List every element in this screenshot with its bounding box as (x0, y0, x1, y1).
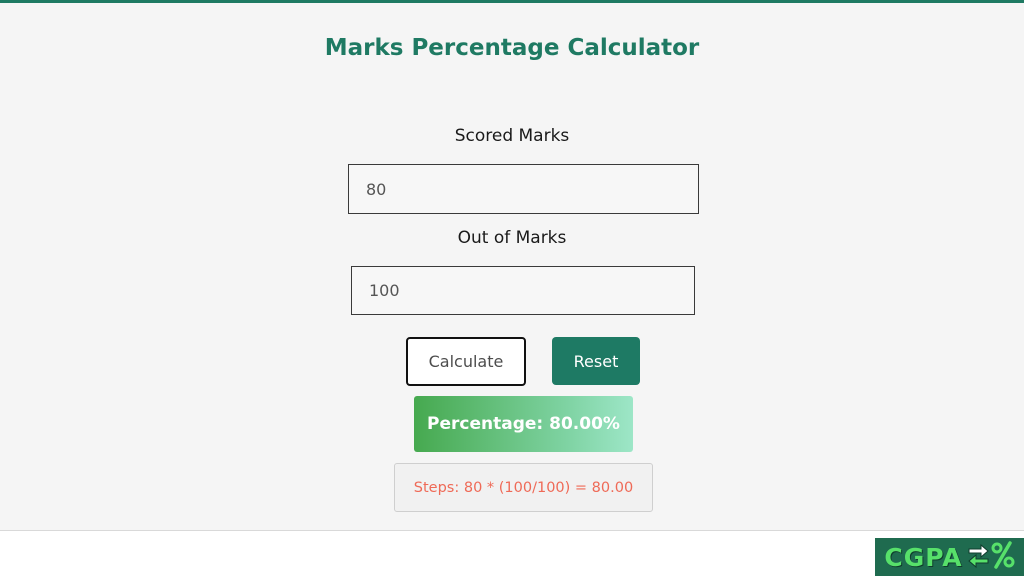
logo-text: CGPA (884, 542, 963, 572)
scored-marks-label: Scored Marks (454, 126, 570, 146)
page-title: Marks Percentage Calculator (324, 35, 700, 61)
calculate-button[interactable]: Calculate (406, 337, 526, 386)
arrows-percent-icon (967, 540, 1015, 574)
percentage-result: Percentage: 80.00% (414, 396, 633, 452)
out-of-marks-label: Out of Marks (457, 228, 567, 248)
calculation-steps: Steps: 80 * (100/100) = 80.00 (394, 463, 653, 512)
out-of-marks-input[interactable] (351, 266, 695, 315)
reset-button[interactable]: Reset (552, 337, 640, 385)
scored-marks-input[interactable] (348, 164, 699, 214)
calculator-panel: Marks Percentage Calculator Scored Marks… (0, 3, 1024, 531)
cgpa-logo: CGPA (875, 538, 1024, 576)
